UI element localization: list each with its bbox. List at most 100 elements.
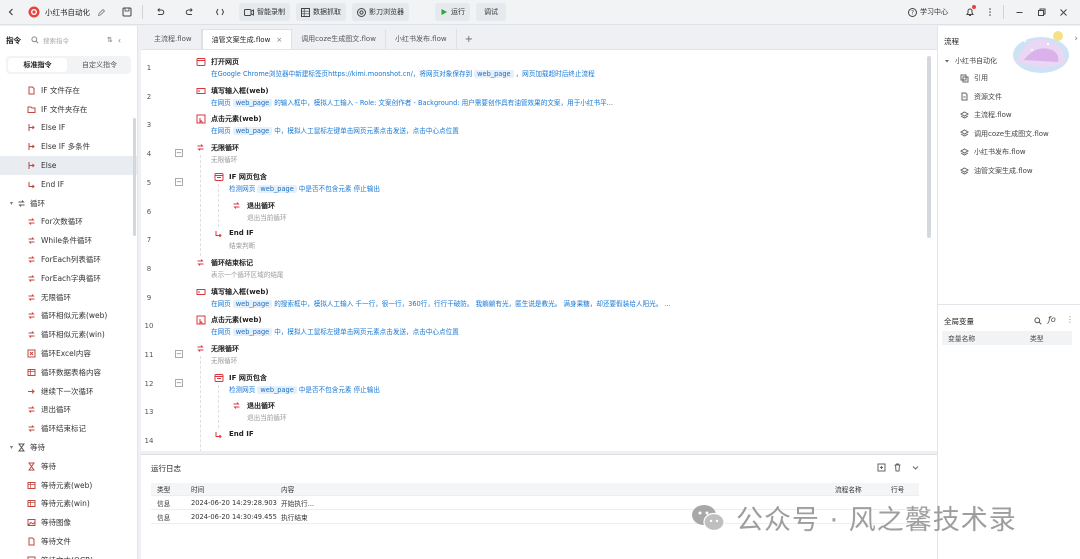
flow-tree-item[interactable]: 引用 (960, 71, 988, 85)
export-log-icon[interactable] (877, 463, 886, 472)
instruction-item[interactable]: 无限循环 (0, 288, 137, 307)
tab-standard-instructions[interactable]: 标准指令 (8, 58, 67, 72)
editor-scrollbar[interactable] (927, 56, 931, 238)
data-grab-button[interactable]: 数据抓取 (296, 3, 346, 21)
redo-icon[interactable] (181, 3, 199, 21)
flow-step[interactable]: 10 点击元素(web) 在网页 web_page 中，模拟人工鼠标左键单击网页元素点击… (141, 311, 931, 340)
debug-button[interactable]: 调试 (476, 3, 506, 21)
flow-step[interactable]: 1 打开网页 在Google Chrome浏览器中新建标签页https://kimi… (141, 53, 931, 82)
sort-icon[interactable]: ⇅ (107, 36, 113, 44)
flow-tree-item[interactable]: 小红书自动化 (944, 54, 997, 68)
collapse-toggle[interactable]: − (175, 149, 183, 158)
flow-step[interactable]: 9 填写输入框(web) 在网页 web_page 的搜索框中，模拟人工输入 千一行，很… (141, 283, 931, 312)
back-icon[interactable] (2, 3, 20, 21)
close-tab-icon[interactable]: × (276, 36, 282, 44)
instruction-item[interactable]: 退出循环 (0, 401, 137, 420)
log-cell-time: 2024-06-20 14:29:28.903 (191, 499, 277, 507)
save-icon[interactable] (118, 3, 136, 21)
instruction-item[interactable]: T等待文本(OCR) (0, 551, 137, 559)
instruction-item[interactable]: For次数循环 (0, 213, 137, 232)
flow-step[interactable]: 7 End IF 结束判断 (141, 225, 931, 254)
caret-down-icon[interactable] (944, 58, 950, 64)
collapse-panel-icon[interactable]: ‹ (118, 36, 121, 45)
flow-step[interactable]: 13 退出循环 退出当前循环 (141, 397, 931, 426)
instruction-item[interactable]: 等待元素(win) (0, 495, 137, 514)
global-vars-header: 全局变量 (944, 317, 974, 326)
add-tab-icon[interactable]: + (457, 29, 481, 49)
chevron-down-icon[interactable]: ▾ (10, 444, 13, 451)
instruction-item[interactable]: 等待元素(web) (0, 476, 137, 495)
flow-tab[interactable]: 主流程.flow (145, 29, 202, 49)
flow-tree-item[interactable]: 资源文件 (960, 90, 1002, 104)
instruction-item[interactable]: 等待图像 (0, 513, 137, 532)
instruction-item[interactable]: 循环结束标记 (0, 419, 137, 438)
flow-tab[interactable]: 油管文案生成.flow × (201, 29, 293, 49)
vars-search-icon[interactable] (1034, 317, 1042, 325)
vars-more-icon[interactable]: ⋮ (1066, 315, 1074, 324)
code-view-icon[interactable] (211, 3, 229, 21)
flow-step[interactable]: 3 点击元素(web) 在网页 web_page 中，模拟人工鼠标左键单击网页元素点击发… (141, 110, 931, 139)
instruction-item[interactable]: Else (0, 156, 137, 175)
flow-tree-item[interactable]: 小红书发布.flow (960, 145, 1026, 159)
flow-step[interactable]: 5 − IF 网页包含 检测网页 web_page 中是否不包含元素 停止输出 (141, 168, 931, 197)
collapse-toggle[interactable]: − (175, 177, 183, 186)
instruction-item[interactable]: 循环数据表格内容 (0, 363, 137, 382)
instruction-item[interactable]: ForEach列表循环 (0, 250, 137, 269)
flow-step[interactable]: 11− 无限循环 无限循环 (141, 340, 931, 369)
instruction-item[interactable]: While条件循环 (0, 231, 137, 250)
undo-icon[interactable] (151, 3, 169, 21)
flow-step[interactable]: 6 退出循环 退出当前循环 (141, 197, 931, 226)
close-icon[interactable] (1054, 3, 1072, 21)
instruction-item[interactable]: 等待文件 (0, 532, 137, 551)
clear-log-icon[interactable] (893, 463, 902, 472)
collapse-toggle[interactable]: − (175, 378, 183, 387)
vars-function-icon[interactable]: ƒo (1048, 315, 1056, 324)
line-number: 9 (146, 293, 152, 302)
edit-title-icon[interactable] (92, 3, 110, 21)
flow-tab[interactable]: 小红书发布.flow (386, 29, 457, 49)
chevron-down-icon[interactable]: ▾ (10, 200, 13, 207)
instruction-item[interactable]: 循环相似元素(win) (0, 325, 137, 344)
flow-tree-label: 资源文件 (974, 92, 1002, 101)
instruction-item[interactable]: 继续下一次循环 (0, 382, 137, 401)
flow-step[interactable]: 8 循环结束标记 表示一个循环区域的结尾 (141, 254, 931, 283)
instruction-item[interactable]: 等待 (0, 457, 137, 476)
instruction-search[interactable]: 搜索指令 (31, 32, 101, 48)
collapse-toggle[interactable]: − (175, 350, 183, 358)
instruction-category[interactable]: ▾ 循环 (0, 194, 137, 213)
tab-custom-instructions[interactable]: 自定义指令 (70, 58, 129, 72)
instruction-item[interactable]: ForEach字典循环 (0, 269, 137, 288)
minimize-icon[interactable] (1010, 3, 1028, 21)
smart-record-button[interactable]: 智能录制 (239, 3, 290, 21)
panel-expand-icon[interactable]: › (1074, 34, 1078, 44)
instruction-item[interactable]: Else IF (0, 119, 137, 138)
instruction-item[interactable]: IF 文件夹存在 (0, 100, 137, 119)
instruction-label: 循环数据表格内容 (41, 367, 101, 377)
browser-button[interactable]: 影刀浏览器 (352, 3, 409, 21)
learning-center-button[interactable]: ? 学习中心 (903, 3, 953, 21)
else-if-icon (27, 123, 36, 132)
flow-tree-item[interactable]: 主流程.flow (960, 108, 1012, 122)
notification-bell-icon[interactable] (961, 3, 979, 21)
flow-tree-item[interactable]: 调用coze生成图文.flow (960, 127, 1049, 141)
collapse-log-icon[interactable] (911, 463, 920, 472)
instruction-item[interactable]: End IF (0, 175, 137, 194)
log-column-header: 内容 (281, 486, 295, 494)
more-vertical-icon[interactable] (981, 3, 999, 21)
flow-tree-item[interactable]: 油管文案生成.flow (960, 164, 1033, 178)
instruction-item[interactable]: 循环Excel内容 (0, 344, 137, 363)
flow-step[interactable]: 12 − IF 网页包含 检测网页 web_page 中是否不包含元素 停止输出 (141, 369, 931, 398)
flow-step[interactable]: 14 End IF (141, 426, 931, 451)
run-button[interactable]: 运行 (435, 3, 470, 21)
instruction-item[interactable]: IF 文件存在 (0, 81, 137, 100)
instruction-list-scrollbar[interactable] (133, 118, 136, 236)
flow-step[interactable]: 2 填写输入框(web) 在网页 web_page 的输入框中，模拟人工输入 - Rol… (141, 82, 931, 111)
instruction-item[interactable]: 循环相似元素(web) (0, 307, 137, 326)
flow-tab[interactable]: 调用coze生成图文.flow (292, 29, 386, 49)
instruction-panel-header: 指令 搜索指令 ⇅ ‹ (0, 26, 137, 54)
instruction-label: 循环结束标记 (41, 424, 86, 434)
flow-step[interactable]: 4− 无限循环 无限循环 (141, 139, 931, 168)
instruction-category[interactable]: ▾ 等待 (0, 438, 137, 457)
instruction-item[interactable]: Else IF 多条件 (0, 137, 137, 156)
restore-icon[interactable] (1032, 3, 1050, 21)
